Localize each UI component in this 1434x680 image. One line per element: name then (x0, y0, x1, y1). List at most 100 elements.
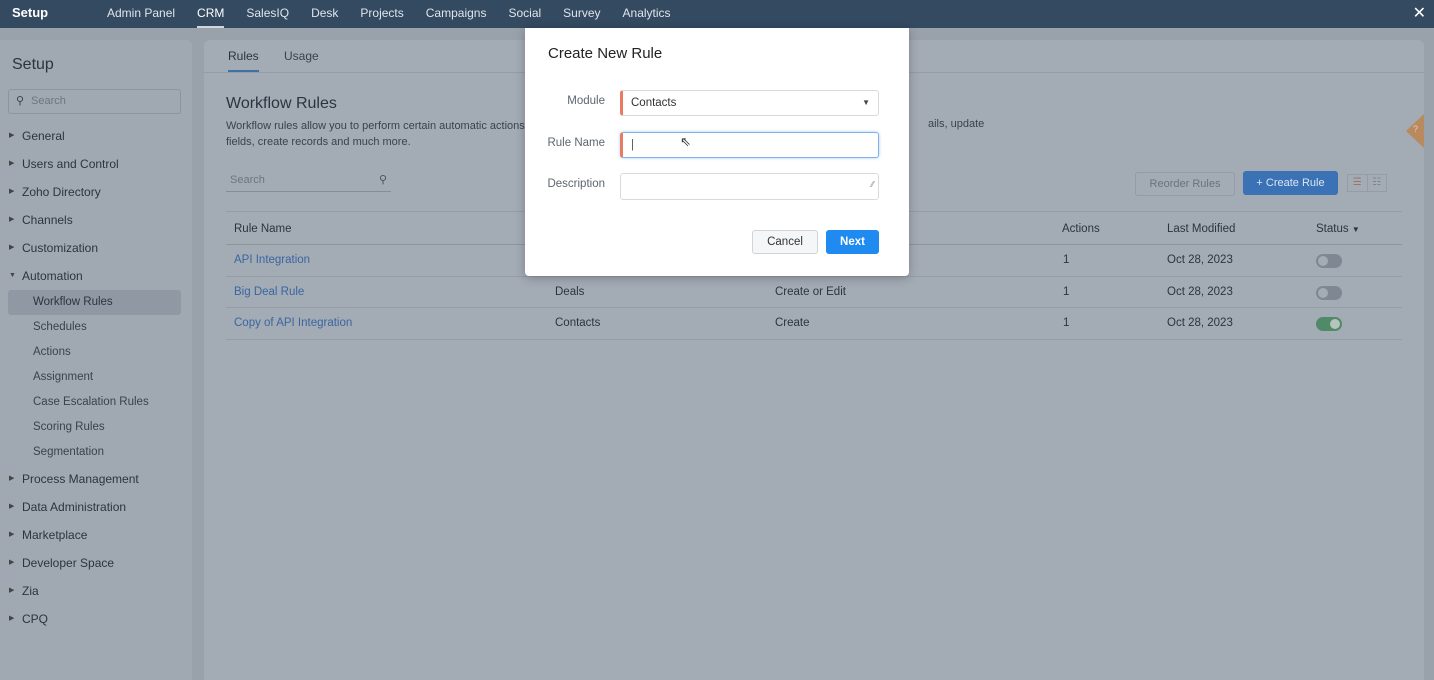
sidebar-subitem-workflow-rules[interactable]: Workflow Rules (8, 290, 181, 315)
sidebar-subitem-case-escalation-rules[interactable]: Case Escalation Rules (0, 390, 192, 415)
sidebar-subitem-schedules[interactable]: Schedules (0, 315, 192, 340)
sidebar-item-zia[interactable]: ▶ Zia (0, 577, 192, 605)
sidebar-item-customization[interactable]: ▶ Customization (0, 234, 192, 262)
sidebar-item-label: Automation (22, 269, 83, 283)
rule-name-link[interactable]: Copy of API Integration (234, 308, 352, 339)
sidebar-subitem-assignment[interactable]: Assignment (0, 365, 192, 390)
caret-right-icon: ▶ (9, 160, 15, 167)
top-bar: Setup Admin Panel CRM SalesIQ Desk Proje… (0, 0, 1434, 28)
sidebar-item-label: Zia (22, 584, 39, 598)
rule-name-label: Rule Name (547, 137, 605, 149)
nav-analytics[interactable]: Analytics (612, 0, 682, 28)
description-line-1: Workflow rules allow you to perform cert… (226, 120, 525, 132)
caret-right-icon: ▶ (9, 188, 15, 195)
sidebar-item-label: Users and Control (22, 157, 119, 171)
close-icon[interactable]: ✕ (1413, 3, 1426, 23)
resize-handle-icon[interactable]: ⁄⁄ (871, 173, 874, 197)
search-placeholder: Search (230, 174, 265, 186)
caret-right-icon: ▶ (9, 587, 15, 594)
status-toggle[interactable] (1316, 285, 1342, 300)
sidebar-item-channels[interactable]: ▶ Channels (0, 206, 192, 234)
sidebar-item-label: Zoho Directory (22, 185, 101, 199)
create-rule-button[interactable]: + Create Rule (1243, 171, 1338, 195)
rule-name-link[interactable]: API Integration (234, 245, 310, 276)
sidebar-item-cpq[interactable]: ▶ CPQ (0, 605, 192, 633)
table-row: Copy of API Integration Contacts Create … (226, 308, 1402, 340)
sidebar-item-label: General (22, 129, 65, 143)
module-value: Contacts (631, 97, 677, 109)
sidebar-title: Setup (12, 56, 54, 73)
tab-rules[interactable]: Rules (228, 49, 259, 72)
description-line-2: fields, create records and much more. (226, 136, 411, 148)
header-last-modified[interactable]: Last Modified (1167, 212, 1235, 246)
rule-name-input[interactable]: | (620, 132, 879, 158)
view-toggle: ☰ ☷ (1347, 174, 1387, 192)
sidebar-subitem-scoring-rules[interactable]: Scoring Rules (0, 415, 192, 440)
sidebar-subitem-actions[interactable]: Actions (0, 340, 192, 365)
sidebar-item-marketplace[interactable]: ▶ Marketplace (0, 521, 192, 549)
caret-right-icon: ▶ (9, 503, 15, 510)
nav-projects[interactable]: Projects (349, 0, 414, 28)
sidebar-list: ▶ General ▶ Users and Control ▶ Zoho Direct… (0, 122, 192, 633)
search-icon: ⚲ (16, 95, 25, 107)
sidebar-subitem-segmentation[interactable]: Segmentation (0, 440, 192, 465)
sidebar-item-developer-space[interactable]: ▶ Developer Space (0, 549, 192, 577)
rule-last-modified: Oct 28, 2023 (1167, 285, 1233, 298)
sidebar-item-zoho-directory[interactable]: ▶ Zoho Directory (0, 178, 192, 206)
header-actions[interactable]: Actions (1062, 212, 1100, 246)
caret-right-icon: ▶ (9, 216, 15, 223)
create-rule-dialog: Create New Rule Module Contacts ▼ Rule N… (525, 28, 909, 276)
caret-right-icon: ▶ (9, 132, 15, 139)
header-status[interactable]: Status ▼ (1316, 212, 1360, 247)
sidebar-item-users-and-control[interactable]: ▶ Users and Control (0, 150, 192, 178)
nav-survey[interactable]: Survey (552, 0, 611, 28)
rule-actions: 1 (1063, 317, 1070, 329)
caret-right-icon: ▶ (9, 615, 15, 622)
sidebar-item-label: Customization (22, 241, 99, 255)
next-button[interactable]: Next (826, 230, 879, 254)
sidebar-item-label: Developer Space (22, 556, 115, 570)
nav-admin-panel[interactable]: Admin Panel (96, 0, 186, 28)
top-nav: Admin Panel CRM SalesIQ Desk Projects Ca… (96, 0, 682, 28)
module-select[interactable]: Contacts ▼ (620, 90, 879, 116)
rule-name-link[interactable]: Big Deal Rule (234, 277, 304, 308)
table-row: Big Deal Rule Deals Create or Edit 1 Oct… (226, 277, 1402, 308)
sort-caret-icon: ▼ (1351, 225, 1360, 234)
mouse-pointer-icon: ⇖ (680, 134, 691, 149)
header-status-label: Status (1316, 223, 1349, 235)
brand: Setup (12, 5, 49, 20)
rule-trigger: Create or Edit (775, 285, 846, 298)
nav-campaigns[interactable]: Campaigns (415, 0, 498, 28)
status-toggle[interactable] (1316, 317, 1342, 331)
nav-social[interactable]: Social (497, 0, 552, 28)
sidebar-item-automation[interactable]: ▼ Automation (0, 262, 192, 290)
rule-last-modified: Oct 28, 2023 (1167, 317, 1233, 329)
page-description: Workflow rules allow you to perform cert… (226, 118, 525, 150)
sidebar-item-process-management[interactable]: ▶ Process Management (0, 465, 192, 493)
sidebar: Setup ⚲ Search ▶ General ▶ Users and Contr… (0, 40, 192, 680)
sidebar-search-input[interactable]: ⚲ Search (8, 89, 181, 114)
header-rule-name[interactable]: Rule Name (234, 212, 292, 246)
description-textarea[interactable]: ⁄⁄ (620, 173, 879, 200)
help-tab[interactable]: ? (1406, 114, 1424, 148)
sidebar-item-data-administration[interactable]: ▶ Data Administration (0, 493, 192, 521)
rule-module: Deals (555, 285, 585, 298)
dialog-title: Create New Rule (548, 45, 663, 62)
nav-salesiq[interactable]: SalesIQ (235, 0, 300, 28)
rule-last-modified: Oct 28, 2023 (1167, 254, 1233, 266)
reorder-rules-button[interactable]: Reorder Rules (1135, 172, 1235, 196)
nav-crm[interactable]: CRM (197, 0, 225, 28)
rules-search-input[interactable]: Search ⚲ (226, 172, 391, 192)
caret-right-icon: ▶ (9, 475, 15, 482)
sidebar-item-label: Marketplace (22, 528, 88, 542)
detail-view-icon[interactable]: ☷ (1368, 175, 1387, 191)
search-icon: ⚲ (378, 174, 387, 186)
cancel-button[interactable]: Cancel (752, 230, 818, 254)
list-view-icon[interactable]: ☰ (1348, 175, 1368, 191)
nav-desk[interactable]: Desk (300, 0, 349, 28)
tab-usage[interactable]: Usage (284, 49, 319, 63)
rule-module: Contacts (555, 317, 601, 329)
status-toggle[interactable] (1316, 254, 1342, 268)
caret-right-icon: ▶ (9, 559, 15, 566)
sidebar-item-general[interactable]: ▶ General (0, 122, 192, 150)
